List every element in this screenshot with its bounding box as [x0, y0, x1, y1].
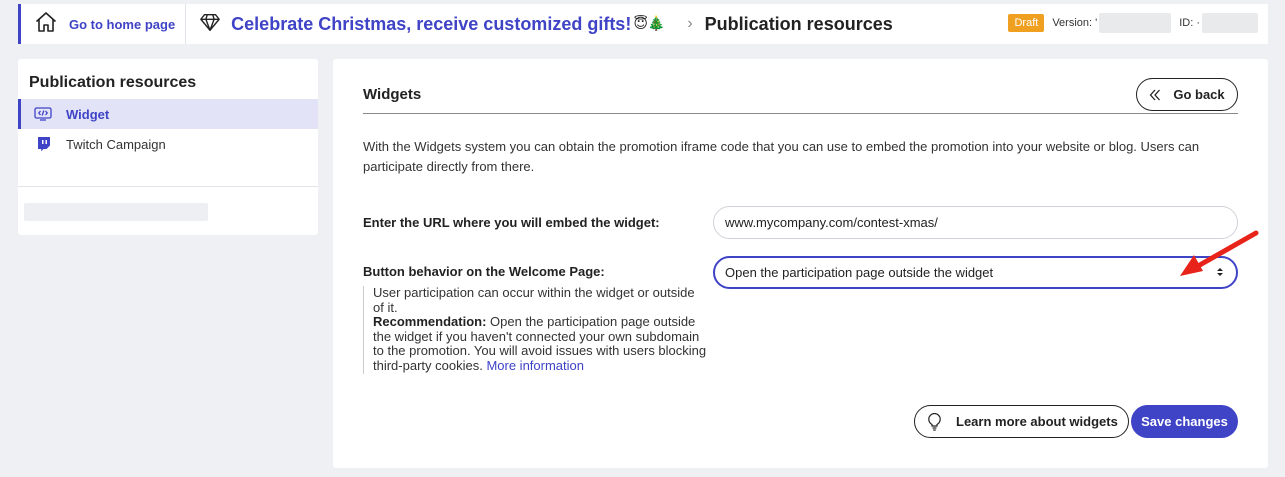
redacted-id: [1202, 13, 1258, 33]
go-back-button[interactable]: Go back: [1136, 78, 1238, 111]
sidebar-item-twitch-campaign[interactable]: Twitch Campaign: [18, 129, 318, 159]
chevron-right-icon: ›: [687, 15, 693, 32]
home-link-label: Go to home page: [69, 16, 176, 32]
sidebar-item-widget[interactable]: Widget: [18, 99, 318, 129]
widgets-panel: Widgets Go back With the Widgets system …: [333, 59, 1268, 468]
campaign-title[interactable]: Celebrate Christmas, receive customized …: [231, 14, 631, 35]
go-back-label: Go back: [1173, 87, 1225, 102]
top-bar: Go to home page Celebrate Christmas, rec…: [18, 4, 1268, 44]
home-icon: [34, 10, 58, 39]
status-badge: Draft: [1008, 14, 1045, 32]
help-description: User participation can occur within the …: [373, 285, 695, 315]
sidebar-title: Publication resources: [29, 74, 197, 91]
version-label: Version: ': [1052, 17, 1098, 29]
page-title: Publication resources: [704, 13, 893, 34]
redacted-placeholder: [24, 203, 208, 221]
campaign-meta: Draft Version: ' ID: ·: [1008, 13, 1258, 33]
annotation-arrow-icon: [1180, 230, 1259, 276]
double-chevron-left-icon: [1149, 89, 1161, 101]
lightbulb-icon: [928, 412, 941, 431]
button-behavior-label: Button behavior on the Welcome Page:: [363, 264, 605, 279]
save-changes-button[interactable]: Save changes: [1131, 405, 1238, 438]
recommendation-label: Recommendation:: [373, 314, 487, 330]
select-value: Open the participation page outside the …: [725, 265, 994, 280]
id-info: ID: ·: [1179, 13, 1258, 33]
id-label: ID: ·: [1179, 17, 1200, 29]
help-text: User participation can occur within the …: [363, 285, 708, 374]
learn-more-label: Learn more about widgets: [956, 414, 1118, 429]
more-information-link[interactable]: More information: [486, 358, 584, 373]
url-field-label: Enter the URL where you will embed the w…: [363, 215, 660, 230]
redacted-version: [1099, 13, 1172, 33]
widget-url-input[interactable]: [713, 206, 1238, 239]
twitch-icon: [34, 135, 52, 153]
widget-code-icon: [34, 105, 52, 123]
title-divider: [363, 113, 1238, 114]
campaign-emojis: 😇🎄: [633, 16, 666, 32]
intro-text: With the Widgets system you can obtain t…: [363, 139, 1200, 174]
sidebar-item-label: Widget: [66, 106, 110, 122]
sidebar: Publication resources Widget Twitch Camp…: [18, 59, 318, 235]
home-link[interactable]: Go to home page: [21, 4, 187, 44]
sidebar-item-label: Twitch Campaign: [66, 136, 166, 152]
diamond-icon: [199, 11, 221, 38]
campaign-breadcrumb: Celebrate Christmas, receive customized …: [199, 11, 893, 38]
divider: [18, 186, 318, 187]
button-behavior-select[interactable]: Open the participation page outside the …: [713, 256, 1238, 289]
section-title: Widgets: [363, 86, 422, 103]
learn-more-button[interactable]: Learn more about widgets: [914, 405, 1129, 438]
version-info: Version: ': [1052, 13, 1172, 33]
